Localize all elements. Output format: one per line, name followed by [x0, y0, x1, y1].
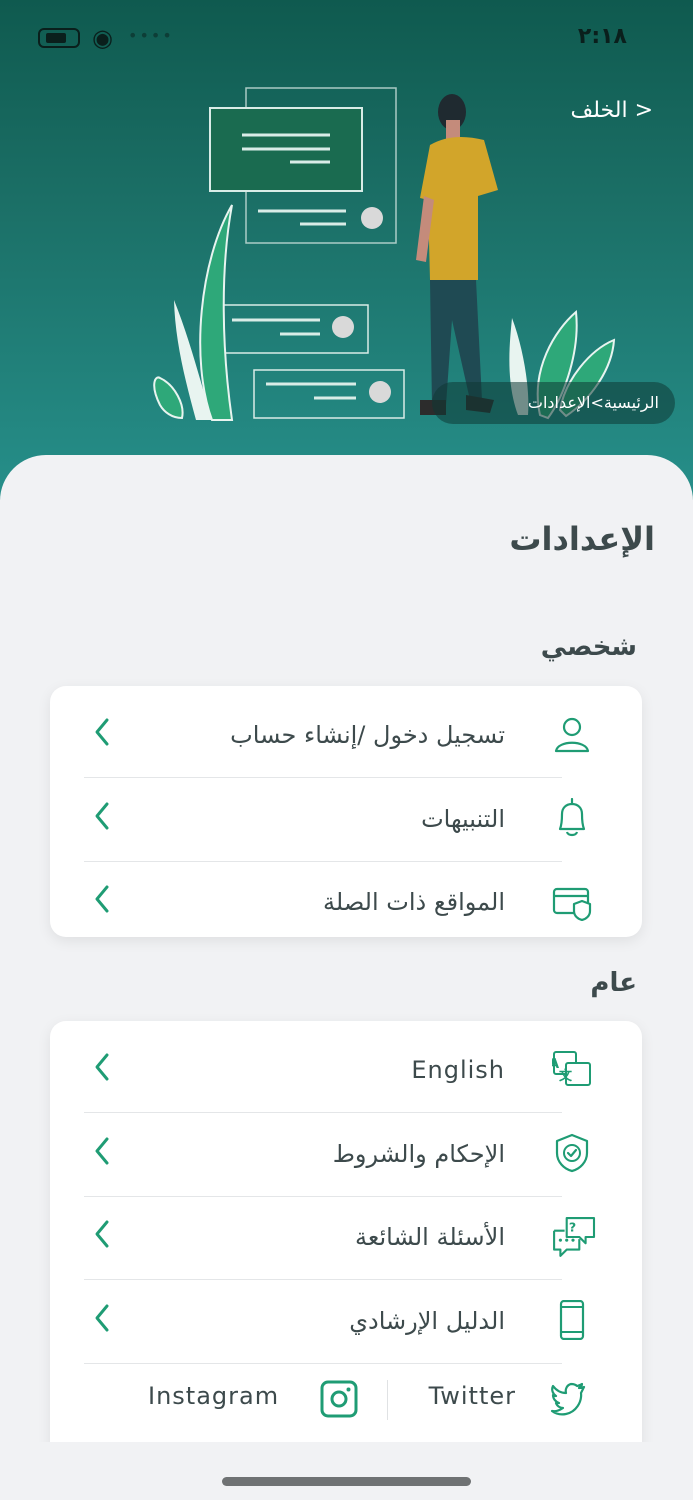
- social-links: Twitter Instagram: [50, 1366, 642, 1442]
- general-card: A 文 English الإحكام والشروط ? الأسئلة ال…: [50, 1021, 642, 1461]
- svg-text:?: ?: [569, 1220, 576, 1235]
- settings-item-label: الأسئلة الشائعة: [355, 1223, 505, 1251]
- shield-check-icon: [555, 1133, 589, 1173]
- status-time: ٢:١٨: [577, 24, 627, 49]
- settings-item-label: الدليل الإرشادي: [349, 1307, 505, 1335]
- settings-item-notifications[interactable]: التنبيهات: [50, 776, 642, 860]
- instagram-icon[interactable]: [320, 1380, 358, 1418]
- settings-item-label: تسجيل دخول /إنشاء حساب: [230, 721, 505, 749]
- chevron-left-icon: [95, 1304, 109, 1332]
- bell-icon: [558, 798, 586, 837]
- user-icon: [554, 717, 590, 753]
- section-title-personal: شخصي: [540, 632, 637, 662]
- settings-item-label: المواقع ذات الصلة: [323, 888, 505, 916]
- translate-icon: A 文: [552, 1051, 591, 1086]
- twitter-link[interactable]: Twitter: [429, 1382, 516, 1410]
- bottom-band: [0, 1442, 693, 1500]
- settings-item-label: التنبيهات: [421, 805, 505, 833]
- hero-illustration: [153, 87, 616, 421]
- divider: [84, 1363, 562, 1364]
- twitter-icon[interactable]: [550, 1382, 586, 1416]
- section-title-general: عام: [590, 968, 637, 998]
- back-button[interactable]: < الخلف: [571, 98, 654, 123]
- settings-item-guide[interactable]: الدليل الإرشادي: [50, 1278, 642, 1362]
- settings-item-label: English: [411, 1056, 505, 1084]
- chevron-left-icon: [95, 885, 109, 913]
- settings-item-language[interactable]: A 文 English: [50, 1027, 642, 1111]
- wifi-icon: ◉: [92, 24, 113, 52]
- breadcrumb: الرئيسية>الإعدادات: [432, 382, 675, 424]
- settings-item-label: الإحكام والشروط: [332, 1140, 505, 1168]
- settings-item-related-sites[interactable]: المواقع ذات الصلة: [50, 859, 642, 943]
- mobile-guide-icon: [559, 1300, 585, 1340]
- chevron-left-icon: [95, 718, 109, 746]
- header-hero: ◉ •••• ٢:١٨ < الخلف الرئيسية>الإعدادات: [0, 0, 693, 500]
- chevron-left-icon: [95, 1220, 109, 1248]
- page-title: الإعدادات: [509, 520, 655, 558]
- instagram-link[interactable]: Instagram: [148, 1382, 279, 1410]
- battery-icon: [38, 28, 80, 48]
- divider: [387, 1380, 388, 1420]
- personal-card: تسجيل دخول /إنشاء حساب التنبيهات المواقع…: [50, 686, 642, 937]
- faq-chat-icon: ?: [553, 1217, 596, 1257]
- status-bar: ◉ •••• ٢:١٨: [0, 22, 693, 54]
- svg-text:文: 文: [559, 1068, 573, 1084]
- signal-icon: ••••: [128, 26, 174, 45]
- chevron-left-icon: [95, 1137, 109, 1165]
- chevron-left-icon: [95, 1053, 109, 1081]
- settings-item-faq[interactable]: ? الأسئلة الشائعة: [50, 1194, 642, 1278]
- home-indicator[interactable]: [222, 1477, 471, 1486]
- settings-item-terms[interactable]: الإحكام والشروط: [50, 1111, 642, 1195]
- chevron-left-icon: [95, 802, 109, 830]
- card-shield-icon: [552, 887, 592, 921]
- settings-item-login[interactable]: تسجيل دخول /إنشاء حساب: [50, 692, 642, 776]
- svg-text:A: A: [552, 1057, 559, 1072]
